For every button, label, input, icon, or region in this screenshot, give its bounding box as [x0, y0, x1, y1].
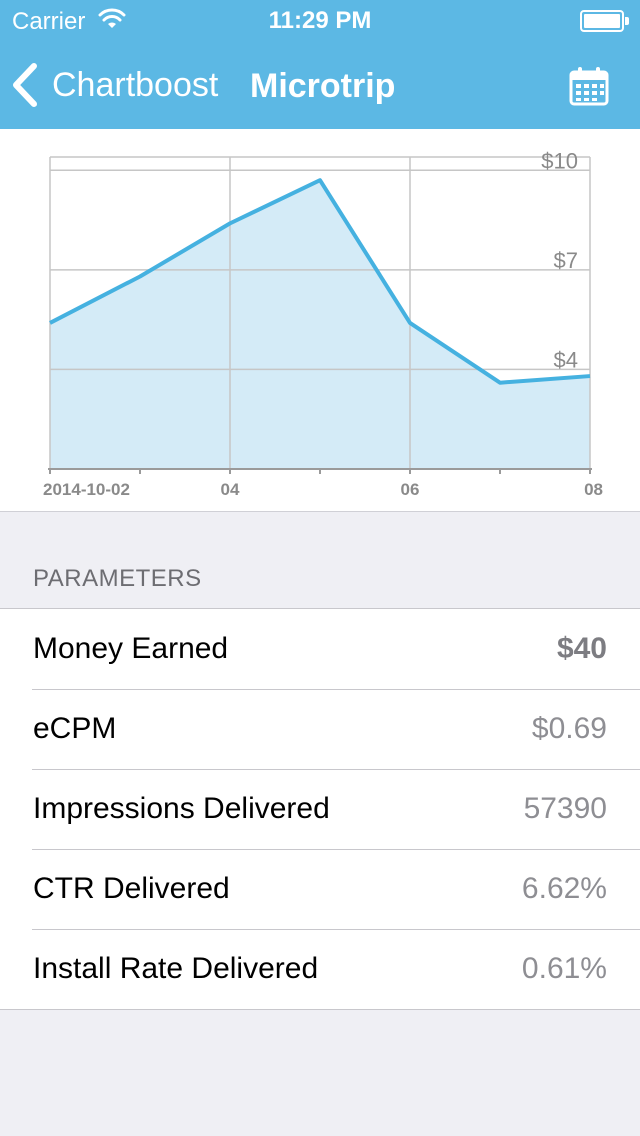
x-tick-label: 04 [221, 480, 240, 499]
parameter-label: CTR Delivered [33, 872, 230, 905]
parameter-label: eCPM [33, 712, 117, 745]
parameter-row: Money Earned $40 [0, 609, 640, 689]
y-tick-label: $4 [554, 347, 578, 372]
back-label: Chartboost [52, 65, 219, 104]
chevron-left-icon [13, 63, 37, 107]
back-button[interactable]: Chartboost [10, 60, 218, 110]
status-time: 11:29 PM [268, 7, 372, 34]
parameter-label: Install Rate Delivered [33, 952, 319, 985]
chart-svg: $10 $7 $4 2014-10-02 04 06 08 [43, 148, 603, 499]
parameter-label: Impressions Delivered [33, 792, 330, 825]
parameters-table: Money Earned $40 eCPM $0.69 Impressions Deli… [0, 608, 640, 1010]
parameter-value: 57390 [523, 792, 607, 825]
earnings-chart: $10 $7 $4 2014-10-02 04 06 08 [0, 129, 640, 512]
parameter-row: Impressions Delivered 57390 [0, 769, 640, 849]
y-tick-label: $10 [541, 148, 578, 173]
page-title: Microtrip [250, 67, 396, 105]
header: Carrier 11:29 PM Chartboost Microtrip [0, 0, 640, 129]
parameter-row: eCPM $0.69 [0, 689, 640, 769]
y-tick-label: $7 [554, 248, 578, 273]
parameter-row: Install Rate Delivered 0.61% [0, 929, 640, 1009]
parameter-label: Money Earned [33, 632, 229, 665]
parameter-value: $40 [556, 632, 607, 665]
parameter-row: CTR Delivered 6.62% [0, 849, 640, 929]
parameter-value: 6.62% [521, 872, 607, 905]
x-tick-label: 06 [401, 480, 420, 499]
parameter-value: $0.69 [531, 712, 607, 745]
chart-area-fill [50, 180, 590, 469]
status-bar: Carrier 11:29 PM [0, 0, 640, 40]
x-tick-label: 08 [584, 480, 603, 499]
nav-bar: Chartboost Microtrip [0, 40, 640, 129]
parameter-value: 0.61% [521, 952, 607, 985]
section-header-parameters: PARAMETERS [33, 565, 202, 592]
calendar-icon[interactable] [568, 66, 610, 106]
battery-icon [580, 10, 630, 32]
x-tick-label: 2014-10-02 [43, 480, 130, 499]
